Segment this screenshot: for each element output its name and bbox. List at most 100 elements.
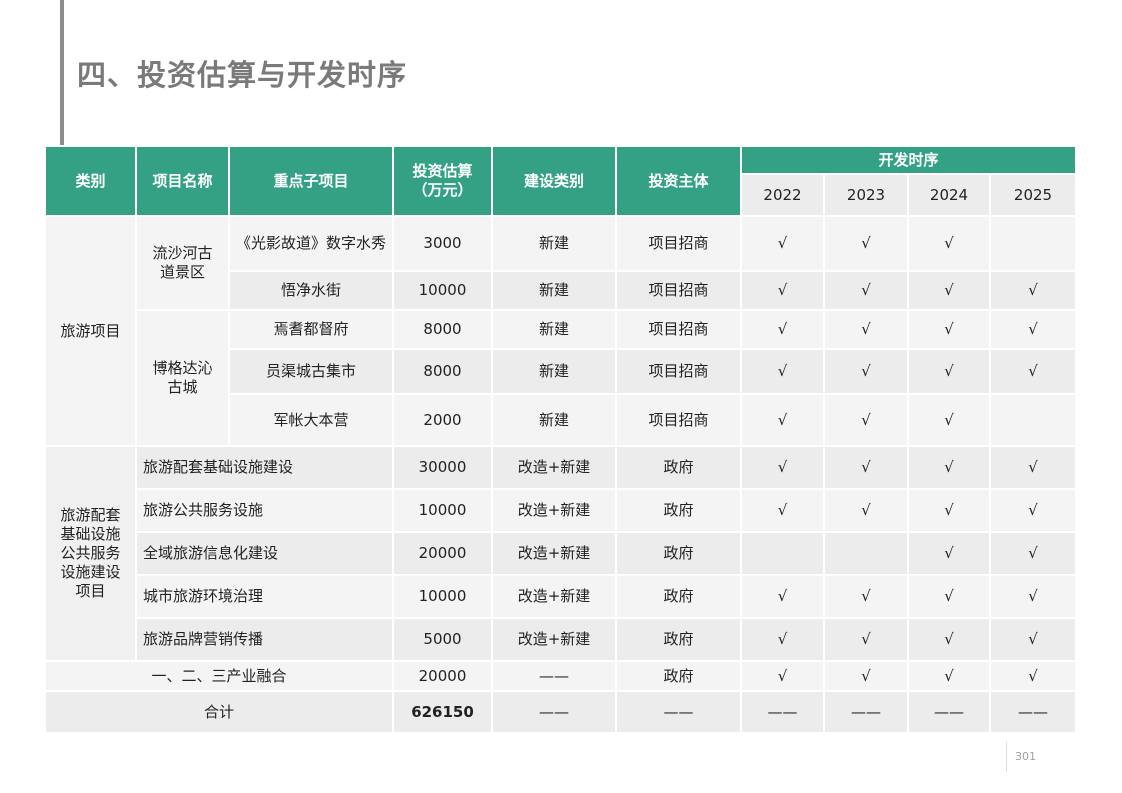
year-2025-cell: √ bbox=[988, 309, 1078, 350]
amount-cell: 10000 bbox=[392, 574, 493, 619]
table-row: 旅游品牌营销传播 5000 改造+新建 政府 √ √ √ √ bbox=[45, 617, 1078, 662]
build-type-cell: 改造+新建 bbox=[491, 574, 617, 619]
year-2022-cell: √ bbox=[740, 660, 825, 692]
amount-cell: 8000 bbox=[392, 309, 493, 350]
table-row: 一、二、三产业融合 20000 —— 政府 √ √ √ √ bbox=[44, 660, 1078, 692]
year-2022-cell: √ bbox=[740, 309, 825, 350]
total-year-2024: —— bbox=[907, 690, 991, 734]
year-2025-cell bbox=[988, 215, 1078, 272]
project-liusha-label: 流沙河古道景区 bbox=[152, 244, 213, 281]
build-type-cell: —— bbox=[491, 660, 617, 692]
header-year-2025: 2025 bbox=[988, 173, 1078, 217]
amount-cell: 3000 bbox=[392, 215, 493, 272]
year-2023-cell: √ bbox=[823, 660, 909, 692]
year-2023-cell: √ bbox=[823, 445, 909, 490]
project-name-cell: 一、二、三产业融合 bbox=[44, 660, 394, 692]
amount-cell: 30000 bbox=[392, 445, 493, 490]
total-year-2022: —— bbox=[740, 690, 825, 734]
header-investment: 投资估算 （万元） bbox=[392, 145, 493, 217]
subproject-cell: 《光影故道》数字水秀 bbox=[228, 215, 394, 272]
year-2025-cell: √ bbox=[988, 348, 1078, 395]
year-2025-cell: √ bbox=[988, 531, 1078, 576]
year-2024-cell: √ bbox=[907, 309, 991, 350]
year-2024-cell: √ bbox=[907, 270, 991, 311]
investor-cell: 政府 bbox=[615, 660, 742, 692]
total-label: 合计 bbox=[44, 690, 394, 734]
year-2024-cell: √ bbox=[907, 617, 991, 662]
total-row: 合计 626150 —— —— —— —— —— —— bbox=[44, 690, 1078, 734]
year-2022-cell: √ bbox=[740, 215, 825, 272]
total-amount: 626150 bbox=[392, 690, 493, 734]
year-2023-cell: √ bbox=[823, 393, 909, 447]
project-name-cell: 全域旅游信息化建设 bbox=[135, 531, 394, 576]
build-type-cell: 改造+新建 bbox=[491, 488, 617, 533]
header-investment-unit: （万元） bbox=[412, 181, 473, 199]
year-2024-cell: √ bbox=[907, 531, 991, 576]
year-2023-cell: √ bbox=[823, 488, 909, 533]
year-2022-cell: √ bbox=[740, 393, 825, 447]
page-number: 301 bbox=[1015, 750, 1036, 763]
subproject-cell: 焉耆都督府 bbox=[228, 309, 394, 350]
year-2024-cell: √ bbox=[907, 488, 991, 533]
project-boge-label: 博格达沁古城 bbox=[152, 359, 213, 396]
investor-cell: 项目招商 bbox=[615, 270, 742, 311]
build-type-cell: 改造+新建 bbox=[491, 617, 617, 662]
project-boge: 博格达沁古城 bbox=[135, 309, 230, 447]
year-2024-cell: √ bbox=[907, 574, 991, 619]
amount-cell: 5000 bbox=[392, 617, 493, 662]
investor-cell: 政府 bbox=[615, 445, 742, 490]
year-2022-cell: √ bbox=[740, 270, 825, 311]
amount-cell: 10000 bbox=[392, 270, 493, 311]
investor-cell: 政府 bbox=[615, 531, 742, 576]
year-2025-cell: √ bbox=[988, 660, 1078, 692]
year-2024-cell: √ bbox=[907, 348, 991, 395]
amount-cell: 20000 bbox=[392, 660, 493, 692]
header-row: 类别 项目名称 重点子项目 投资估算 （万元） 建设类别 投资主体 开发时序 bbox=[44, 145, 1078, 217]
build-type-cell: 新建 bbox=[491, 270, 617, 311]
header-schedule: 开发时序 bbox=[739, 145, 1078, 175]
year-2024-cell: √ bbox=[907, 215, 991, 272]
table-row: 全域旅游信息化建设 20000 改造+新建 政府 √ √ bbox=[45, 531, 1078, 576]
year-2025-cell: √ bbox=[988, 574, 1078, 619]
header-year-2022: 2022 bbox=[740, 173, 825, 217]
year-2023-cell: √ bbox=[823, 348, 909, 395]
table-row: 旅游配套基础设施公共服务设施建设项目 旅游配套基础设施建设 30000 改造+新… bbox=[44, 445, 1078, 662]
header-category: 类别 bbox=[44, 145, 137, 217]
table-row: 旅游项目 流沙河古道景区 《光影故道》数字水秀 3000 新建 项目招商 √ √… bbox=[44, 215, 1078, 447]
category-tourism: 旅游项目 bbox=[44, 215, 137, 447]
year-2023-cell: √ bbox=[823, 309, 909, 350]
year-2023-cell: √ bbox=[823, 270, 909, 311]
total-year-2025: —— bbox=[988, 690, 1078, 734]
investor-cell: 政府 bbox=[615, 488, 742, 533]
year-2024-cell: √ bbox=[907, 445, 991, 490]
year-2025-cell: √ bbox=[988, 270, 1078, 311]
year-2025-cell bbox=[988, 393, 1078, 447]
year-2025-cell: √ bbox=[988, 617, 1078, 662]
amount-cell: 8000 bbox=[392, 348, 493, 395]
amount-cell: 10000 bbox=[392, 488, 493, 533]
amount-cell: 20000 bbox=[392, 531, 493, 576]
year-2022-cell: √ bbox=[740, 617, 825, 662]
header-key-subproject: 重点子项目 bbox=[228, 145, 394, 217]
build-type-cell: 新建 bbox=[491, 393, 617, 447]
page-title: 四、投资估算与开发时序 bbox=[77, 58, 408, 92]
header-year-2023: 2023 bbox=[823, 173, 909, 217]
year-2025-cell: √ bbox=[988, 488, 1078, 533]
build-type-cell: 新建 bbox=[491, 215, 617, 272]
project-liusha: 流沙河古道景区 bbox=[135, 215, 230, 311]
title-accent-bar bbox=[60, 0, 64, 145]
total-year-2023: —— bbox=[823, 690, 909, 734]
build-type-cell: 新建 bbox=[491, 309, 617, 350]
header-year-2024: 2024 bbox=[907, 173, 991, 217]
investor-cell: 项目招商 bbox=[615, 348, 742, 395]
year-2022-cell: √ bbox=[740, 445, 825, 490]
project-name-cell: 旅游公共服务设施 bbox=[135, 488, 394, 533]
year-2024-cell: √ bbox=[907, 660, 991, 692]
build-type-cell: 改造+新建 bbox=[491, 531, 617, 576]
year-2023-cell: √ bbox=[823, 617, 909, 662]
year-2025-cell: √ bbox=[988, 445, 1078, 490]
category-support: 旅游配套基础设施公共服务设施建设项目 bbox=[44, 445, 137, 662]
year-2022-cell: √ bbox=[740, 488, 825, 533]
subproject-cell: 员渠城古集市 bbox=[228, 348, 394, 395]
year-2022-cell bbox=[740, 531, 825, 576]
